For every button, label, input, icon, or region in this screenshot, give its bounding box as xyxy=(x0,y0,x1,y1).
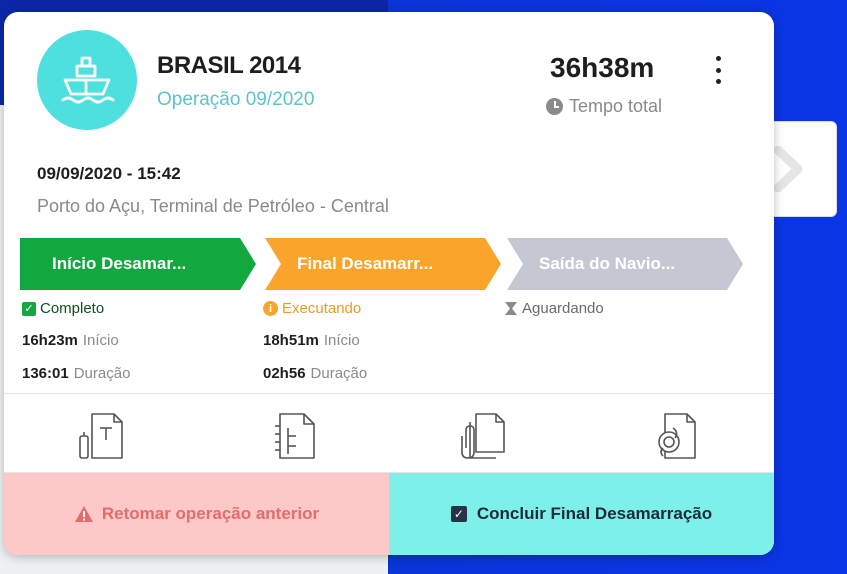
event-datetime: 09/09/2020 - 15:42 xyxy=(37,164,181,183)
resume-button-label: Retomar operação anterior xyxy=(101,504,320,523)
metric-label: Início xyxy=(323,332,360,349)
kebab-dot-icon xyxy=(715,67,721,73)
divider xyxy=(4,393,774,394)
hourglass-icon xyxy=(505,302,517,315)
metric-value: 16h23m xyxy=(22,332,78,349)
chevron-right-icon xyxy=(773,146,803,192)
operation-number: Operação 09/2020 xyxy=(157,89,315,110)
step2-start: 18h51m Início xyxy=(263,332,360,349)
conclude-final-unmooring-button[interactable]: ✓ Concluir Final Desamarração xyxy=(389,473,774,555)
metric-value: 18h51m xyxy=(263,332,319,349)
status-complete: ✓ Completo xyxy=(22,300,104,317)
step-label: Final Desamarr... xyxy=(297,254,434,273)
text-document-icon[interactable] xyxy=(74,408,130,464)
step2-duration: 02h56 Duração xyxy=(263,365,367,382)
step-final-desamarracao[interactable]: Final Desamarr... xyxy=(265,238,501,290)
step1-duration: 136:01 Duração xyxy=(22,365,130,382)
total-time-value: 36h38m xyxy=(550,52,655,83)
step-label: Saída do Navio... xyxy=(539,254,676,273)
ship-icon xyxy=(61,56,115,104)
status-text: Executando xyxy=(282,300,362,317)
step-label: Início Desamar... xyxy=(52,254,187,273)
checkbox-checked-icon: ✓ xyxy=(450,506,467,522)
ship-name: BRASIL 2014 xyxy=(157,52,301,79)
status-text: Aguardando xyxy=(522,300,604,317)
rope-document-icon[interactable] xyxy=(649,408,705,464)
kebab-dot-icon xyxy=(715,79,721,84)
metric-value: 02h56 xyxy=(263,365,306,382)
metric-label: Duração xyxy=(310,365,368,382)
conclude-button-label: Concluir Final Desamarração xyxy=(476,504,713,523)
ship-avatar xyxy=(37,30,137,130)
step-saida-do-navio[interactable]: Saída do Navio... xyxy=(507,238,743,290)
status-waiting: Aguardando xyxy=(504,300,604,317)
kebab-dot-icon xyxy=(715,56,721,61)
step-inicio-desamarracao[interactable]: Início Desamar... xyxy=(20,238,256,290)
total-time-text: Tempo total xyxy=(569,96,663,116)
event-location: Porto do Açu, Terminal de Petróleo - Cen… xyxy=(37,196,389,216)
step1-start: 16h23m Início xyxy=(22,332,119,349)
operation-card: BRASIL 2014 Operação 09/2020 36h38m Temp… xyxy=(4,12,774,555)
attachment-document-icon[interactable] xyxy=(456,408,512,464)
check-icon: ✓ xyxy=(22,301,36,316)
status-executing: i Executando xyxy=(263,300,361,317)
spiral-notebook-icon[interactable] xyxy=(266,408,322,464)
metric-value: 136:01 xyxy=(22,365,69,382)
status-text: Completo xyxy=(40,300,105,317)
clock-icon xyxy=(546,98,563,115)
resume-previous-operation-button[interactable]: Retomar operação anterior xyxy=(4,473,389,555)
total-time-label: Tempo total xyxy=(546,96,662,117)
metric-label: Início xyxy=(82,332,119,349)
info-icon: i xyxy=(263,301,278,316)
more-options-button[interactable] xyxy=(708,56,728,84)
metric-label: Duração xyxy=(73,365,131,382)
warning-icon xyxy=(74,506,93,522)
